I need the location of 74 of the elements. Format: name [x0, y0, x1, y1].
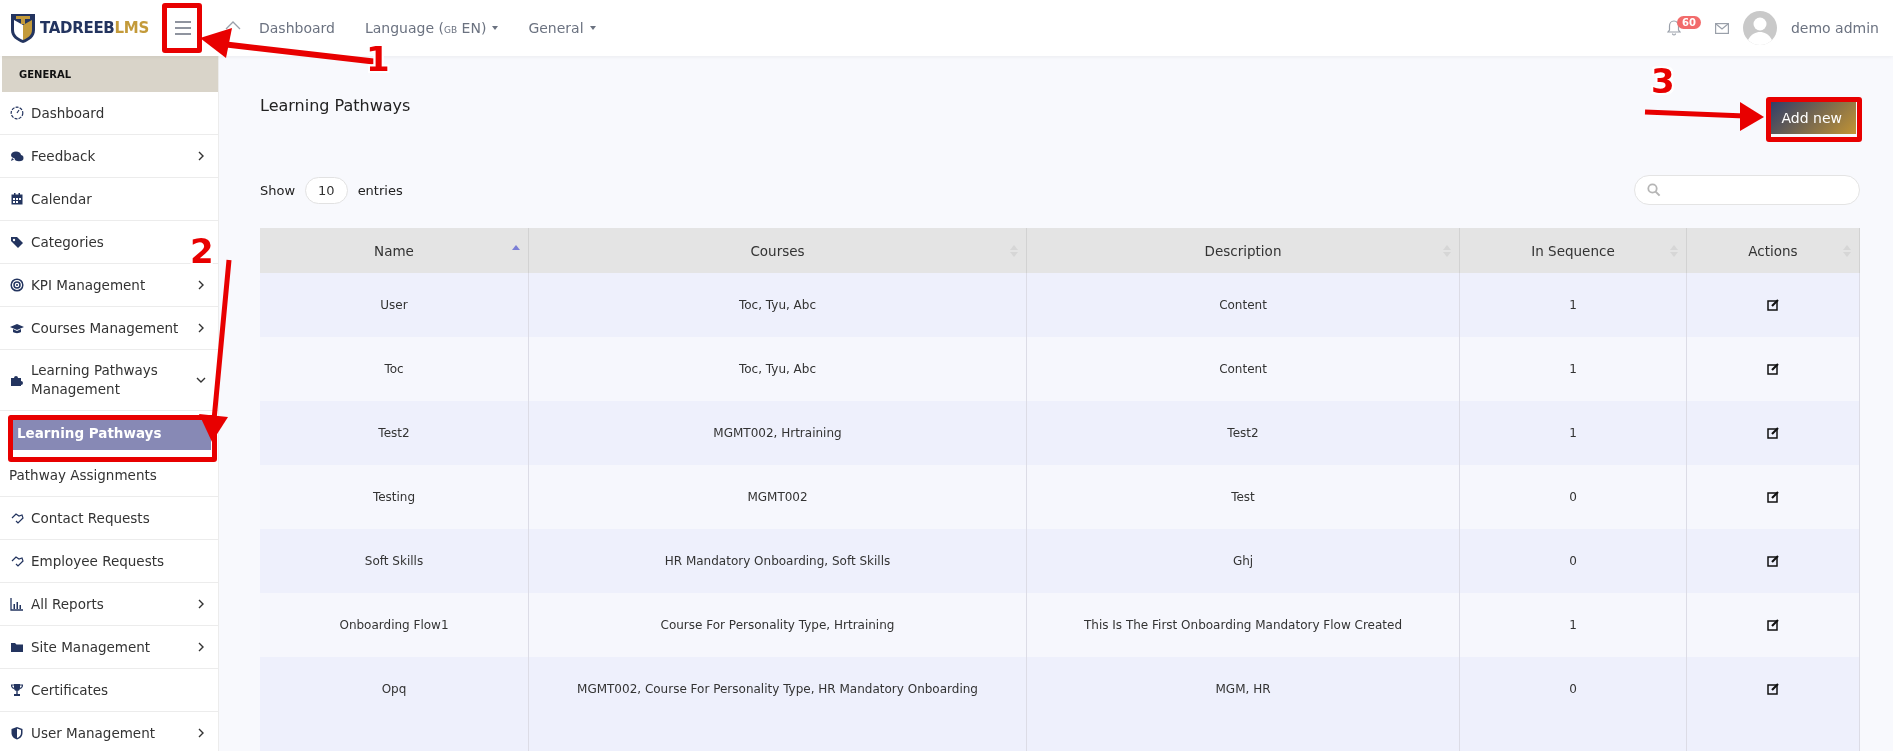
- sidebar-item[interactable]: Feedback: [0, 135, 218, 178]
- table-cell: MGMT002, Course For Personality Type, HR Mandatory Onboarding: [529, 657, 1027, 721]
- sidebar-item[interactable]: KPI Management: [0, 264, 218, 307]
- sidebar-item[interactable]: Calendar: [0, 178, 218, 221]
- table-cell: MGMT002, Hrtraining: [529, 401, 1027, 465]
- nav-link[interactable]: Dashboard: [259, 20, 335, 36]
- highlight-frame: [162, 3, 202, 53]
- handshake-icon: [10, 511, 24, 525]
- table-cell: MGM, HR: [1027, 657, 1460, 721]
- sidebar-item[interactable]: Employee Requests: [0, 540, 218, 583]
- chat-bubbles-icon: [10, 149, 24, 163]
- table-cell: Toc, Tyu, Abc: [529, 273, 1027, 337]
- table-cell: Content: [1027, 273, 1460, 337]
- table-cell: 1: [1460, 273, 1687, 337]
- column-header[interactable]: Actions: [1687, 228, 1860, 273]
- user-name[interactable]: demo admin: [1790, 20, 1879, 36]
- search-field[interactable]: [1634, 175, 1860, 205]
- trophy-icon: [10, 683, 24, 697]
- edit-icon[interactable]: [1767, 491, 1779, 503]
- edit-icon[interactable]: [1767, 299, 1779, 311]
- shield-logo-icon: [10, 12, 36, 44]
- column-header[interactable]: Courses: [529, 228, 1027, 273]
- section-heading: GENERAL: [19, 68, 72, 80]
- sidebar-subitem[interactable]: Pathway Assignments: [0, 454, 218, 497]
- sidebar-item[interactable]: User Management: [0, 712, 218, 751]
- sidebar-item[interactable]: Contact Requests: [0, 497, 218, 540]
- edit-icon[interactable]: [1767, 555, 1779, 567]
- table-cell: Soft Skills: [260, 529, 529, 593]
- sidebar-item[interactable]: Learning Pathways Management: [0, 350, 218, 411]
- nav-link[interactable]: Language (GB EN): [364, 20, 499, 36]
- folder-icon: [10, 640, 24, 654]
- gauge-icon: [10, 106, 24, 120]
- calendar-icon: [10, 192, 24, 206]
- show-label: Show: [260, 182, 296, 198]
- graduation-cap-icon: [10, 321, 24, 335]
- callout-number: 1: [366, 42, 390, 76]
- brand-logo-text: TADREEBLMS: [40, 19, 149, 37]
- table-cell: 0: [1460, 657, 1687, 721]
- edit-icon[interactable]: [1767, 427, 1779, 439]
- avatar-icon[interactable]: [1742, 11, 1777, 45]
- bar-chart-icon: [10, 597, 24, 611]
- table-cell: 1: [1460, 401, 1687, 465]
- table-cell: Test2: [1027, 401, 1460, 465]
- table-cell: Test2: [260, 401, 529, 465]
- table-cell: User: [260, 273, 529, 337]
- table-cell: HR Mandatory Onboarding, Soft Skills: [529, 529, 1027, 593]
- nav-link[interactable]: General: [528, 20, 596, 36]
- tags-icon: [10, 235, 24, 249]
- sidebar-item[interactable]: Courses Management: [0, 307, 218, 350]
- callout-number: 3: [1651, 64, 1675, 98]
- shield-icon: [10, 726, 24, 740]
- entries-label: entries: [357, 182, 403, 198]
- table-cell: Ghj: [1027, 529, 1460, 593]
- edit-icon[interactable]: [1767, 363, 1779, 375]
- sidebar-item[interactable]: Dashboard: [0, 92, 218, 135]
- notification-badge: 60: [1677, 15, 1701, 29]
- column-header[interactable]: Name: [260, 228, 529, 273]
- puzzle-piece-icon: [10, 373, 24, 387]
- bell-icon[interactable]: [1667, 20, 1682, 36]
- page-title: Learning Pathways: [260, 94, 411, 115]
- page-size-field[interactable]: 10: [305, 176, 348, 204]
- edit-icon[interactable]: [1767, 683, 1779, 695]
- search-icon: [1647, 183, 1661, 197]
- sidebar-item[interactable]: Site Management: [0, 626, 218, 669]
- table-cell: Opq: [260, 657, 529, 721]
- sidebar-item[interactable]: Certificates: [0, 669, 218, 712]
- handshake-icon: [10, 554, 24, 568]
- column-header[interactable]: In Sequence: [1460, 228, 1687, 273]
- target-icon: [10, 278, 24, 292]
- edit-icon[interactable]: [1767, 619, 1779, 631]
- column-header[interactable]: Description: [1027, 228, 1460, 273]
- mail-icon[interactable]: [1714, 22, 1729, 34]
- table-cell: 0: [1460, 529, 1687, 593]
- sidebar-item[interactable]: All Reports: [0, 583, 218, 626]
